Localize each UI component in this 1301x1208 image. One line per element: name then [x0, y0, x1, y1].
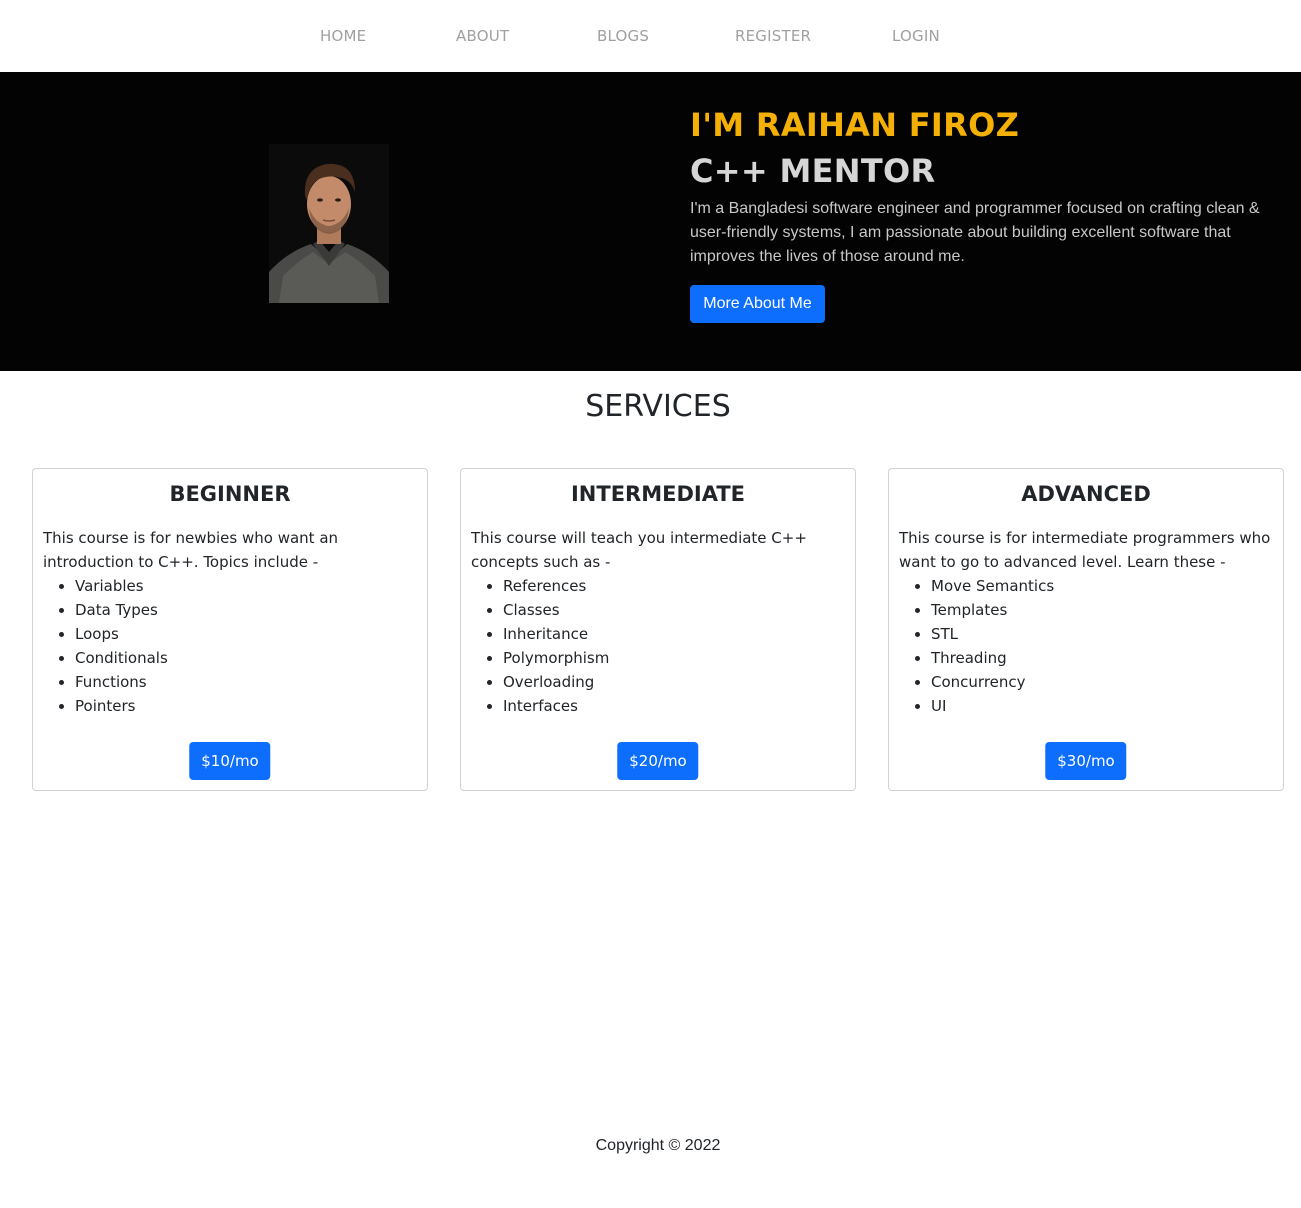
more-about-me-button[interactable]: More About Me: [690, 285, 825, 323]
topic-list: Move Semantics Templates STL Threading C…: [931, 574, 1054, 718]
topic-list: Variables Data Types Loops Conditionals …: [75, 574, 168, 718]
list-item: Pointers: [75, 694, 168, 718]
list-item: Data Types: [75, 598, 168, 622]
nav-link-about[interactable]: ABOUT: [456, 27, 509, 45]
list-item: Interfaces: [503, 694, 609, 718]
price-button-advanced[interactable]: $30/mo: [1045, 742, 1127, 780]
list-item: Templates: [931, 598, 1054, 622]
list-item: Loops: [75, 622, 168, 646]
list-item: Classes: [503, 598, 609, 622]
list-item: Polymorphism: [503, 646, 609, 670]
list-item: References: [503, 574, 609, 598]
hero-name: I'M RAIHAN FIROZ: [690, 106, 1020, 144]
list-item: Inheritance: [503, 622, 609, 646]
top-navbar: HOME ABOUT BLOGS REGISTER LOGIN: [0, 0, 1301, 72]
nav-link-login[interactable]: LOGIN: [892, 27, 940, 45]
list-item: Variables: [75, 574, 168, 598]
hero-description: I'm a Bangladesi software engineer and p…: [690, 200, 1260, 265]
topic-list: References Classes Inheritance Polymorph…: [503, 574, 609, 718]
card-title: INTERMEDIATE: [570, 482, 745, 506]
nav-link-register[interactable]: REGISTER: [735, 27, 811, 45]
list-item: Concurrency: [931, 670, 1054, 694]
services-heading: SERVICES: [585, 389, 731, 424]
profile-photo: [269, 144, 389, 303]
card-description: This course is for newbies who want an i…: [43, 529, 339, 571]
service-card-advanced: ADVANCED This course is for intermediate…: [888, 468, 1284, 791]
service-card-beginner: BEGINNER This course is for newbies who …: [32, 468, 428, 791]
service-card-intermediate: INTERMEDIATE This course will teach you …: [460, 468, 856, 791]
nav-link-blogs[interactable]: BLOGS: [597, 27, 649, 45]
card-description: This course is for intermediate programm…: [899, 529, 1271, 571]
list-item: Move Semantics: [931, 574, 1054, 598]
list-item: STL: [931, 622, 1054, 646]
list-item: Functions: [75, 670, 168, 694]
footer-copyright: Copyright © 2022: [595, 1137, 721, 1154]
list-item: Overloading: [503, 670, 609, 694]
hero-role: C++ MENTOR: [690, 152, 936, 190]
list-item: UI: [931, 694, 1054, 718]
list-item: Conditionals: [75, 646, 168, 670]
nav-link-home[interactable]: HOME: [320, 27, 366, 45]
price-button-intermediate[interactable]: $20/mo: [617, 742, 699, 780]
card-title: ADVANCED: [1021, 482, 1151, 506]
list-item: Threading: [931, 646, 1054, 670]
price-button-beginner[interactable]: $10/mo: [189, 742, 271, 780]
card-description: This course will teach you intermediate …: [471, 529, 807, 571]
card-title: BEGINNER: [169, 482, 291, 506]
hero-banner: I'M RAIHAN FIROZ C++ MENTOR I'm a Bangla…: [0, 72, 1301, 371]
